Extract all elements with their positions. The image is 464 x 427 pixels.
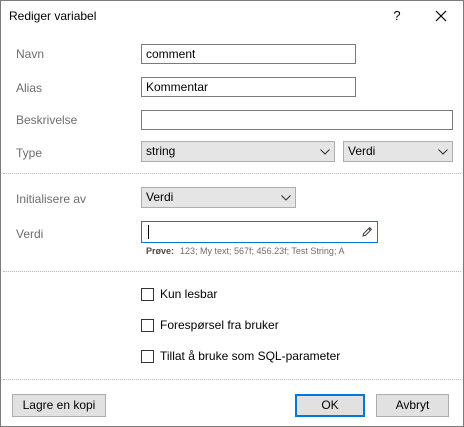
separator (3, 379, 461, 380)
sample-hint: Prøve: 123; My text; 567f; 456.23f; Test … (146, 246, 344, 256)
request-checkbox[interactable] (141, 318, 154, 332)
alias-label: Alias (16, 81, 43, 95)
ok-button[interactable]: OK (295, 394, 365, 417)
beskrivelse-field[interactable] (141, 110, 453, 130)
init-label: Initialisere av (16, 192, 87, 206)
readonly-label: Kun lesbar (160, 287, 218, 301)
alias-field[interactable]: Kommentar (141, 77, 356, 97)
sample-label: Prøve: (146, 246, 175, 256)
sql-label: Tillat å bruke som SQL-parameter (160, 349, 341, 363)
chevron-down-icon (320, 149, 330, 155)
text-caret (148, 225, 149, 239)
request-label: Forespørsel fra bruker (160, 318, 279, 332)
beskrivelse-label: Beskrivelse (16, 113, 78, 127)
sample-text: 123; My text; 567f; 456.23f; Test String… (180, 246, 345, 256)
save-copy-button[interactable]: Lagre en kopi (12, 394, 106, 417)
type-label: Type (16, 146, 43, 160)
verdi-label: Verdi (16, 227, 44, 241)
type-mode-dropdown[interactable]: Verdi (343, 141, 453, 162)
separator (3, 271, 461, 272)
close-button[interactable] (429, 4, 453, 28)
readonly-checkbox[interactable] (141, 287, 154, 301)
init-dropdown-value: Verdi (146, 190, 174, 204)
readonly-checkbox-row[interactable]: Kun lesbar (141, 286, 217, 302)
sql-checkbox[interactable] (141, 349, 154, 363)
separator (3, 173, 461, 174)
edit-variable-dialog: Rediger variabel ? Navn comment Alias Ko… (0, 0, 464, 427)
type-dropdown[interactable]: string (141, 141, 335, 162)
init-dropdown[interactable]: Verdi (141, 187, 296, 208)
type-dropdown-value: string (146, 144, 176, 158)
dialog-title: Rediger variabel (9, 9, 97, 23)
help-button[interactable]: ? (385, 4, 409, 28)
chevron-down-icon (281, 195, 291, 201)
close-icon (435, 10, 447, 22)
sql-checkbox-row[interactable]: Tillat å bruke som SQL-parameter (141, 348, 340, 364)
navn-label: Navn (16, 47, 45, 61)
navn-field[interactable]: comment (141, 44, 356, 64)
pencil-icon[interactable] (361, 226, 373, 238)
request-checkbox-row[interactable]: Forespørsel fra bruker (141, 317, 279, 333)
verdi-field[interactable] (141, 221, 378, 243)
cancel-button[interactable]: Avbryt (376, 394, 449, 417)
chevron-down-icon (438, 149, 448, 155)
type-mode-dropdown-value: Verdi (348, 144, 376, 158)
title-bar: Rediger variabel ? (1, 1, 463, 32)
